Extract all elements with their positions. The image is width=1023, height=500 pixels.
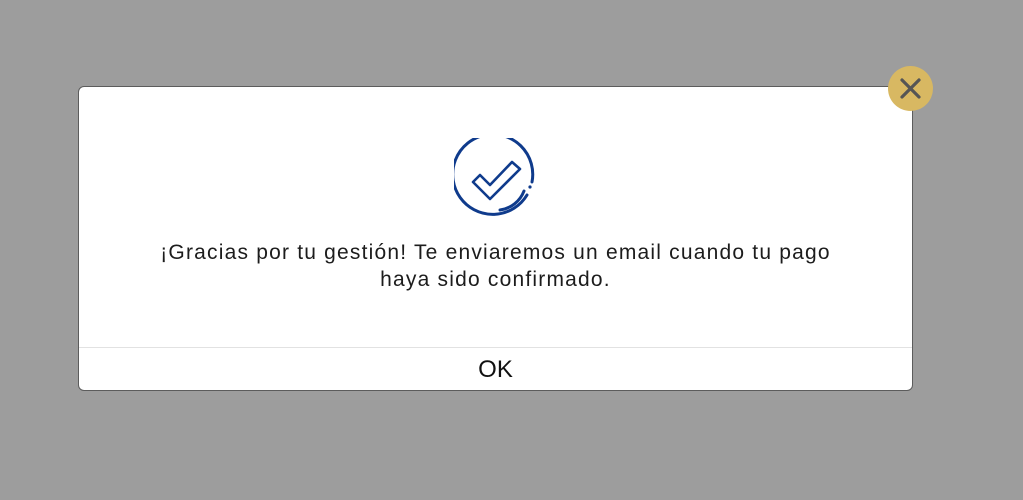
confirmation-message-line-1: ¡Gracias por tu gestión! Te enviaremos u… [160,241,831,264]
ok-button[interactable]: OK [79,348,912,390]
confirmation-message-line-2: haya sido confirmado. [380,268,611,291]
confirmation-message: ¡Gracias por tu gestión! Te enviaremos u… [79,239,912,293]
confirmation-dialog: ¡Gracias por tu gestión! Te enviaremos u… [78,86,913,391]
close-button[interactable] [888,66,933,111]
close-icon [900,78,921,99]
check-circle-icon [451,132,540,224]
